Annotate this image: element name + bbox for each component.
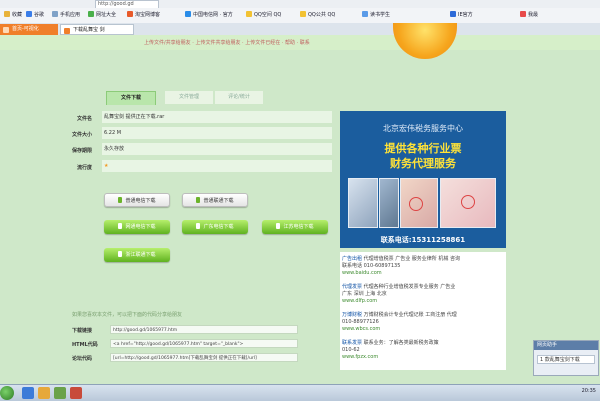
page-icon [3, 27, 9, 33]
ad-link-item[interactable]: 代理发票 代理各种行业增值税发票专业服务 广告业 广东 深圳 上海 北京 www… [342, 284, 504, 305]
share-link-label: 下载链接 [72, 328, 93, 334]
header-notice: 上传文件/共享给朋友 · 上传文件共享给朋友 · 上传文件已经在 · 帮助 · … [144, 40, 310, 46]
stamp-icon [409, 197, 423, 211]
tab-file-download[interactable]: 文件下载 [106, 91, 156, 105]
ad-link-item[interactable]: 广告出租 代理增值税票 广告业 服务业律所 机械 咨询 联系电话 010-608… [342, 256, 504, 277]
download-button-unicom[interactable]: 普通联通下载 [182, 193, 248, 207]
download-icon [118, 197, 123, 203]
bookmark-icon [185, 11, 191, 17]
bookmark-icon [26, 11, 32, 17]
ad-banner[interactable]: 北京宏伟税务服务中心 提供各种行业票 财务代理服务 联系电话:153112588… [340, 111, 506, 248]
expiry-value: 永久存放 [102, 143, 332, 155]
app-icon[interactable] [70, 387, 82, 399]
file-name-value: 乱舞宝剑 提供正在下载.rar [102, 111, 332, 123]
bookmark-icon [52, 11, 58, 17]
tab-comments[interactable]: 评论/统计 [215, 91, 263, 104]
ad-photo [348, 178, 378, 228]
bookmark-icon [127, 11, 133, 17]
file-name-label: 文件名 [76, 116, 92, 122]
clock: 20:35 [581, 388, 596, 394]
signal-icon [276, 223, 281, 229]
taskbar: 20:35 [0, 384, 600, 401]
file-size-label: 文件大小 [71, 132, 92, 138]
favorite-item[interactable]: QQ公共 QQ [300, 11, 335, 20]
tab-file-manage[interactable]: 文件管理 [165, 91, 213, 104]
media-icon[interactable] [54, 387, 66, 399]
expiry-label: 保存期限 [71, 148, 92, 154]
bookmark-icon [362, 11, 368, 17]
forum-code-label: 论坛代码 [72, 356, 93, 362]
bookmark-icon [520, 11, 526, 17]
favorite-item[interactable]: 淘宝网博客 [127, 11, 160, 20]
bookmark-icon [88, 11, 94, 17]
signal-icon [118, 223, 123, 229]
star-icon: ★ [104, 163, 109, 169]
stamp-icon [461, 195, 475, 209]
share-link-input[interactable]: http://good.gd/1065977.htm [110, 325, 298, 334]
favorites-bar: 收藏 谷歌 手机应用 网址大全 淘宝网博客 中国电信网 · 官方 QQ空间 QQ… [0, 8, 600, 24]
popularity-value: ★ [102, 160, 332, 172]
download-icon [196, 197, 201, 203]
ad-photo [440, 178, 496, 228]
ad-link-item[interactable]: 万博财税 万博财税会计专业代理记账 工商注册 代理 010-88977126 w… [342, 312, 504, 333]
popup-title: 网页助手 [534, 341, 598, 350]
share-note: 如果您喜欢本文件，可以把下面的代码分享给朋友 [72, 312, 183, 318]
ad-phone: 联系电话:15311258861 [380, 236, 466, 244]
favorite-item[interactable]: 我最 [520, 11, 538, 20]
page-icon [64, 28, 70, 34]
signal-icon [118, 251, 123, 257]
popularity-label: 流行度 [76, 165, 92, 171]
popup-item[interactable]: 1 款乱舞宝剑下载 [537, 355, 595, 364]
bookmark-icon [450, 11, 456, 17]
folder-icon[interactable] [38, 387, 50, 399]
ad-title: 北京宏伟税务服务中心 [383, 124, 463, 133]
ad-photo [379, 178, 399, 228]
browser-title-bar: http://good.gd [0, 0, 600, 9]
favorite-item[interactable]: 手机应用 [52, 11, 80, 20]
start-button[interactable] [0, 386, 14, 400]
orange-logo [393, 23, 457, 59]
download-button-guangdong[interactable]: 广东电信下载 [182, 220, 248, 234]
browser-tab[interactable]: 首页-可视化 [0, 24, 58, 35]
file-size-value: 6.22 M [102, 127, 332, 139]
favorite-item[interactable]: IE官方 [450, 11, 473, 20]
download-button-zhejiang[interactable]: 浙江联通下载 [104, 248, 170, 262]
favorite-item[interactable]: 收藏 [4, 11, 22, 20]
browser-tab-bar: 首页-可视化 下载乱舞宝 剑 [0, 23, 600, 35]
favorite-item[interactable]: 中国电信网 · 官方 [185, 11, 233, 20]
bookmark-icon [4, 11, 10, 17]
ad-headline-1: 提供各种行业票 [384, 142, 462, 155]
download-button-telecom[interactable]: 普通电信下载 [104, 193, 170, 207]
ad-headline-2: 财务代理服务 [390, 157, 456, 170]
html-code-label: HTML代码 [72, 342, 98, 348]
forum-code-input[interactable]: [url=http://good.gd/1065977.htm]下载乱舞宝剑 提… [110, 353, 298, 362]
favorite-item[interactable]: QQ空间 QQ [246, 11, 281, 20]
ad-photo [400, 178, 438, 228]
browser-tab-active[interactable]: 下载乱舞宝 剑 [60, 24, 134, 35]
notification-popup[interactable]: 网页助手 1 款乱舞宝剑下载 [533, 340, 599, 376]
favorite-item[interactable]: 网址大全 [88, 11, 116, 20]
favorite-item[interactable]: 读书学生 [362, 11, 390, 20]
download-button-jiangsu[interactable]: 江苏电信下载 [262, 220, 328, 234]
bookmark-icon [246, 11, 252, 17]
signal-icon [196, 223, 201, 229]
download-button-netcom[interactable]: 网通电信下载 [104, 220, 170, 234]
html-code-input[interactable]: <a href="http://good.gd/1065977.htm" tar… [110, 339, 298, 348]
ie-icon[interactable] [22, 387, 34, 399]
bookmark-icon [300, 11, 306, 17]
ad-links-panel: 广告出租 代理增值税票 广告业 服务业律所 机械 咨询 联系电话 010-608… [340, 252, 506, 370]
favorite-item[interactable]: 谷歌 [26, 11, 44, 20]
ad-link-item[interactable]: 联系发票 联系业务：了解各类最新税务政策 010-62 www.fpzx.com [342, 340, 504, 361]
